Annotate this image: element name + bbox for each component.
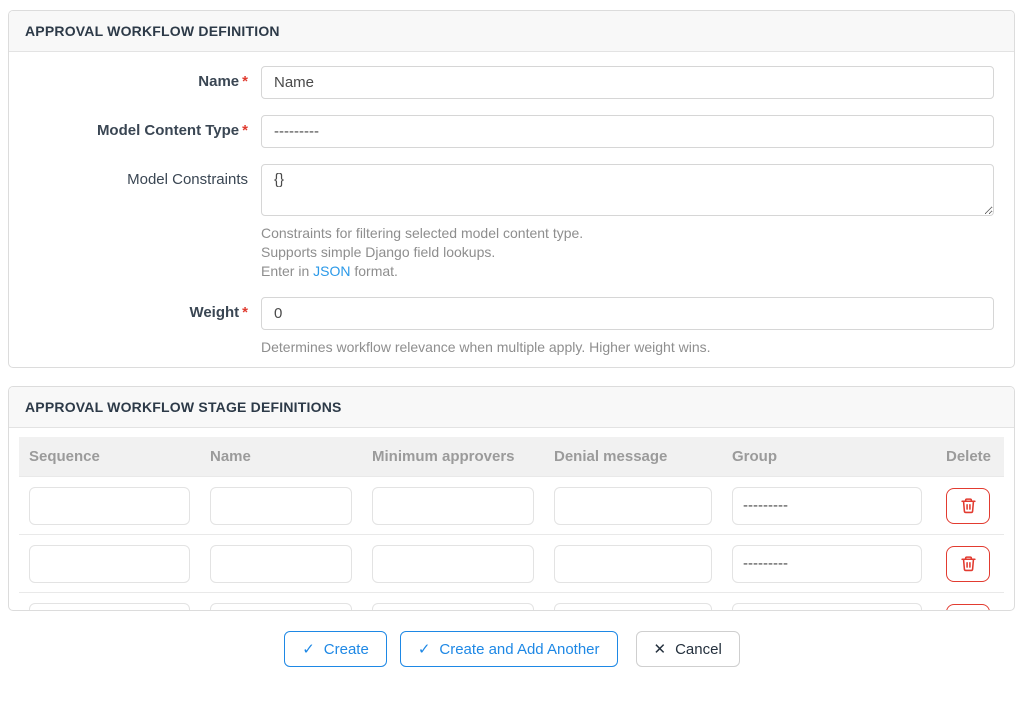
delete-stage-button[interactable]: [946, 488, 990, 524]
json-link[interactable]: JSON: [313, 263, 350, 279]
model-content-type-select[interactable]: ---------: [261, 115, 994, 148]
weight-input[interactable]: [261, 297, 994, 330]
definition-panel-body: Name* Model Content Type* --------- Mode…: [9, 52, 1014, 367]
sequence-input[interactable]: [29, 487, 190, 525]
trash-icon: [960, 497, 977, 514]
approval-workflow-definition-panel: APPROVAL WORKFLOW DEFINITION Name* Model…: [8, 10, 1015, 368]
stage-name-input[interactable]: [210, 603, 352, 612]
denial-message-input[interactable]: [554, 545, 712, 583]
column-header-minimum-approvers: Minimum approvers: [362, 448, 544, 465]
column-header-delete: Delete: [932, 448, 1004, 465]
required-asterisk: *: [242, 304, 248, 321]
group-select[interactable]: ---------: [732, 545, 922, 583]
stage-row: ---------: [19, 477, 1004, 535]
close-icon: ✕: [654, 642, 667, 657]
weight-label: Weight*: [29, 297, 261, 321]
stages-table: Sequence Name Minimum approvers Denial m…: [19, 437, 1004, 611]
cancel-button[interactable]: ✕ Cancel: [636, 631, 740, 667]
model-constraints-textarea[interactable]: {}: [261, 164, 994, 216]
model-constraints-label: Model Constraints: [29, 164, 261, 188]
weight-field-row: Weight* Determines workflow relevance wh…: [29, 297, 994, 357]
name-input[interactable]: [261, 66, 994, 99]
delete-stage-button[interactable]: [946, 604, 990, 612]
column-header-denial-message: Denial message: [544, 448, 722, 465]
model-constraints-help: Constraints for filtering selected model…: [261, 224, 994, 281]
delete-stage-button[interactable]: [946, 546, 990, 582]
model-content-type-field-row: Model Content Type* ---------: [29, 115, 994, 148]
required-asterisk: *: [242, 122, 248, 139]
model-content-type-label: Model Content Type*: [29, 115, 261, 139]
sequence-input[interactable]: [29, 545, 190, 583]
minimum-approvers-input[interactable]: [372, 603, 534, 612]
name-label: Name*: [29, 66, 261, 90]
stages-table-header: Sequence Name Minimum approvers Denial m…: [19, 437, 1004, 477]
approval-workflow-stage-definitions-panel: APPROVAL WORKFLOW STAGE DEFINITIONS Sequ…: [8, 386, 1015, 611]
required-asterisk: *: [242, 73, 248, 90]
stages-panel-title: APPROVAL WORKFLOW STAGE DEFINITIONS: [9, 387, 1014, 428]
minimum-approvers-input[interactable]: [372, 487, 534, 525]
stage-row: ---------: [19, 535, 1004, 593]
trash-icon: [960, 555, 977, 572]
weight-help: Determines workflow relevance when multi…: [261, 338, 994, 357]
name-field-row: Name*: [29, 66, 994, 99]
model-constraints-field-row: Model Constraints {} Constraints for fil…: [29, 164, 994, 281]
group-select[interactable]: ---------: [732, 487, 922, 525]
stage-name-input[interactable]: [210, 487, 352, 525]
check-icon: ✓: [302, 642, 315, 657]
create-and-add-another-button[interactable]: ✓ Create and Add Another: [400, 631, 618, 667]
sequence-input[interactable]: [29, 603, 190, 612]
column-header-sequence: Sequence: [19, 448, 200, 465]
definition-panel-title: APPROVAL WORKFLOW DEFINITION: [9, 11, 1014, 52]
stage-name-input[interactable]: [210, 545, 352, 583]
stage-row: ---------: [19, 593, 1004, 611]
form-actions: ✓ Create ✓ Create and Add Another ✕ Canc…: [0, 631, 1024, 667]
check-icon: ✓: [418, 642, 431, 657]
column-header-name: Name: [200, 448, 362, 465]
column-header-group: Group: [722, 448, 932, 465]
minimum-approvers-input[interactable]: [372, 545, 534, 583]
create-button[interactable]: ✓ Create: [284, 631, 387, 667]
denial-message-input[interactable]: [554, 603, 712, 612]
denial-message-input[interactable]: [554, 487, 712, 525]
group-select[interactable]: ---------: [732, 603, 922, 612]
